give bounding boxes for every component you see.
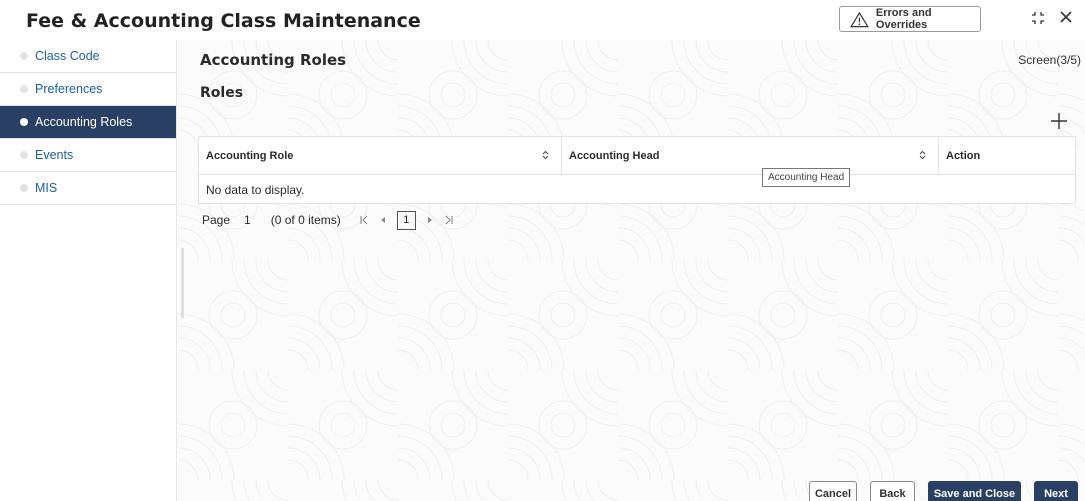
column-tooltip: Accounting Head [762, 168, 851, 187]
first-page-icon[interactable] [359, 215, 369, 225]
maximize-icon[interactable] [1031, 11, 1045, 25]
column-header-label: Action [946, 149, 981, 162]
main-panel: Accounting Roles Screen(3/5) Roles Accou… [178, 40, 1085, 501]
section-title: Accounting Roles [200, 51, 347, 69]
back-button[interactable]: Back [870, 481, 915, 501]
save-and-close-button[interactable]: Save and Close [928, 481, 1021, 501]
step-dot-icon [20, 118, 28, 126]
screen-count: Screen(3/5) [1018, 53, 1081, 67]
column-header-label: Accounting Head [569, 149, 660, 162]
sidebar-item-preferences[interactable]: Preferences [0, 73, 176, 106]
empty-message: No data to display. [206, 183, 305, 197]
add-row-icon[interactable] [1049, 111, 1069, 131]
errors-button-label: Errors and Overrides [875, 7, 932, 31]
cancel-button[interactable]: Cancel [809, 481, 857, 501]
close-icon[interactable] [1058, 9, 1074, 25]
page-title: Fee & Accounting Class Maintenance [26, 10, 421, 32]
sidebar-item-label: Class Code [35, 49, 100, 63]
sidebar-item-events[interactable]: Events [0, 139, 176, 172]
step-dot-icon [20, 184, 28, 192]
panel-resize-handle[interactable] [181, 248, 184, 318]
column-accounting-head[interactable]: Accounting Head [562, 137, 939, 174]
step-dot-icon [20, 151, 28, 159]
header-bar: Fee & Accounting Class Maintenance Error… [0, 0, 1085, 40]
step-dot-icon [20, 52, 28, 60]
table-header: Accounting Role Accounting Head Action [199, 137, 1075, 175]
next-page-icon[interactable] [426, 215, 434, 225]
sidebar: Class Code Preferences Accounting Roles … [0, 40, 177, 501]
current-page-button[interactable]: 1 [396, 210, 416, 230]
sidebar-item-accounting-roles[interactable]: Accounting Roles [0, 106, 176, 139]
items-count: (0 of 0 items) [270, 213, 341, 227]
sidebar-item-mis[interactable]: MIS [0, 172, 176, 205]
column-accounting-role[interactable]: Accounting Role [199, 137, 562, 174]
roles-subtitle: Roles [200, 85, 244, 101]
roles-table: Accounting Role Accounting Head Action N… [198, 136, 1076, 204]
sidebar-item-class-code[interactable]: Class Code [0, 40, 176, 73]
column-action: Action [939, 137, 1075, 174]
sidebar-item-label: Events [35, 148, 74, 162]
sidebar-item-label: MIS [35, 181, 58, 195]
next-button[interactable]: Next [1034, 481, 1078, 501]
page-number-input[interactable]: 1 [244, 213, 251, 227]
sort-icon[interactable] [542, 150, 549, 160]
warning-icon [850, 11, 869, 27]
sidebar-item-label: Accounting Roles [35, 115, 133, 129]
background-pattern [178, 40, 1085, 501]
errors-and-overrides-button[interactable]: Errors and Overrides [839, 6, 981, 32]
step-dot-icon [20, 85, 28, 93]
sidebar-item-label: Preferences [35, 82, 103, 96]
pagination: Page 1 (0 of 0 items) 1 [202, 210, 464, 230]
last-page-icon[interactable] [444, 215, 454, 225]
page-label: Page [202, 213, 231, 227]
previous-page-icon[interactable] [379, 215, 387, 225]
sort-icon[interactable] [919, 150, 926, 160]
column-header-label: Accounting Role [206, 149, 294, 162]
